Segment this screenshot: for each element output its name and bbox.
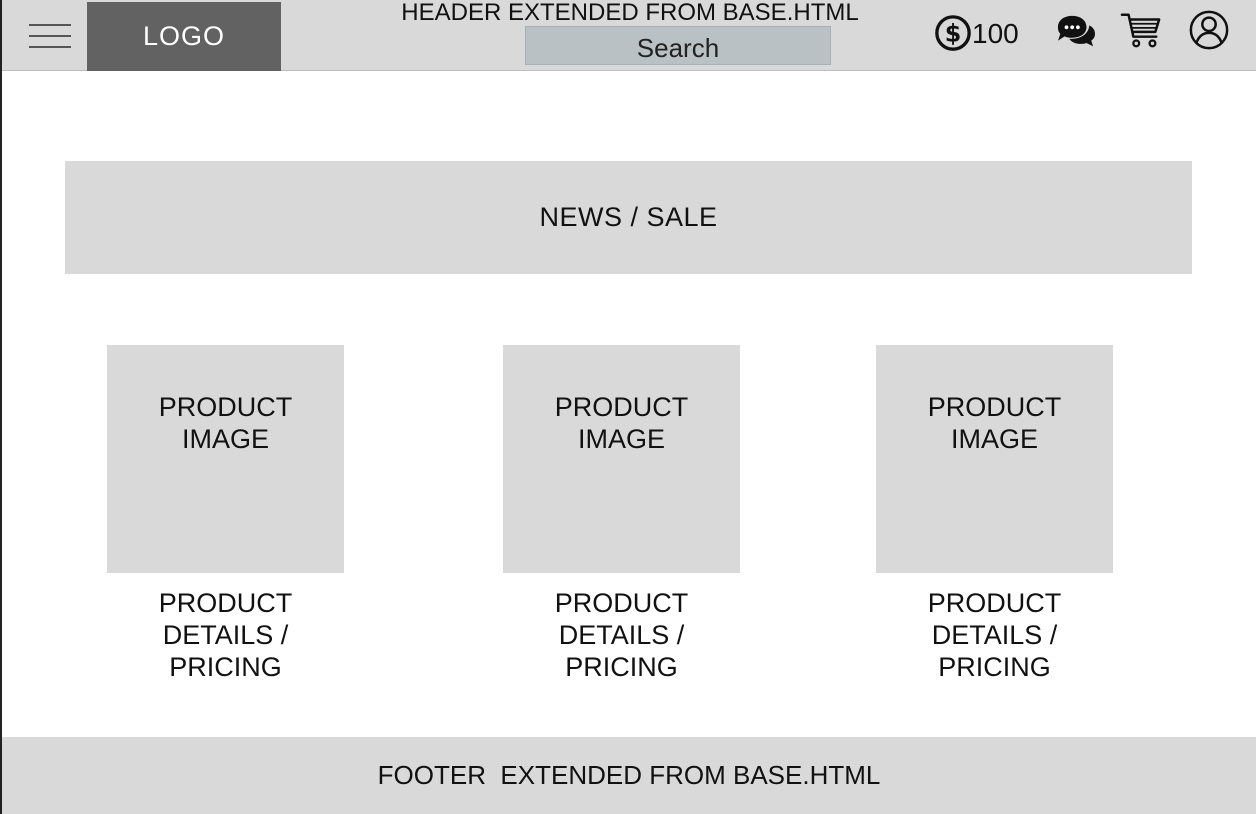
product-image[interactable]: PRODUCT IMAGE bbox=[107, 345, 344, 573]
svg-text:$: $ bbox=[945, 20, 962, 48]
product-details: PRODUCT DETAILS / PRICING bbox=[927, 588, 1062, 682]
news-sale-banner[interactable]: NEWS / SALE bbox=[65, 161, 1192, 274]
site-footer: FOOTER EXTENDED FROM BASE.HTML bbox=[2, 737, 1256, 814]
product-card: PRODUCT IMAGE PRODUCT DETAILS / PRICING bbox=[107, 345, 344, 682]
header-title: HEADER EXTENDED FROM BASE.HTML bbox=[401, 0, 859, 26]
product-card: PRODUCT IMAGE PRODUCT DETAILS / PRICING bbox=[503, 345, 740, 682]
credit-balance: 100 bbox=[972, 18, 1019, 49]
user-account-icon[interactable] bbox=[1188, 9, 1230, 51]
hamburger-menu-icon[interactable] bbox=[29, 22, 71, 50]
site-header: LOGO HEADER EXTENDED FROM BASE.HTML Sear… bbox=[2, 0, 1256, 71]
product-image[interactable]: PRODUCT IMAGE bbox=[876, 345, 1113, 573]
search-bar[interactable]: Search bbox=[525, 26, 831, 65]
product-image[interactable]: PRODUCT IMAGE bbox=[503, 345, 740, 573]
chat-bubbles-icon[interactable] bbox=[1055, 14, 1097, 52]
product-details: PRODUCT DETAILS / PRICING bbox=[158, 588, 293, 682]
product-card: PRODUCT IMAGE PRODUCT DETAILS / PRICING bbox=[876, 345, 1113, 682]
dollar-coin-icon: $ bbox=[935, 15, 971, 51]
logo[interactable]: LOGO bbox=[87, 2, 281, 71]
product-details: PRODUCT DETAILS / PRICING bbox=[554, 588, 689, 682]
shopping-cart-icon[interactable] bbox=[1120, 10, 1162, 50]
